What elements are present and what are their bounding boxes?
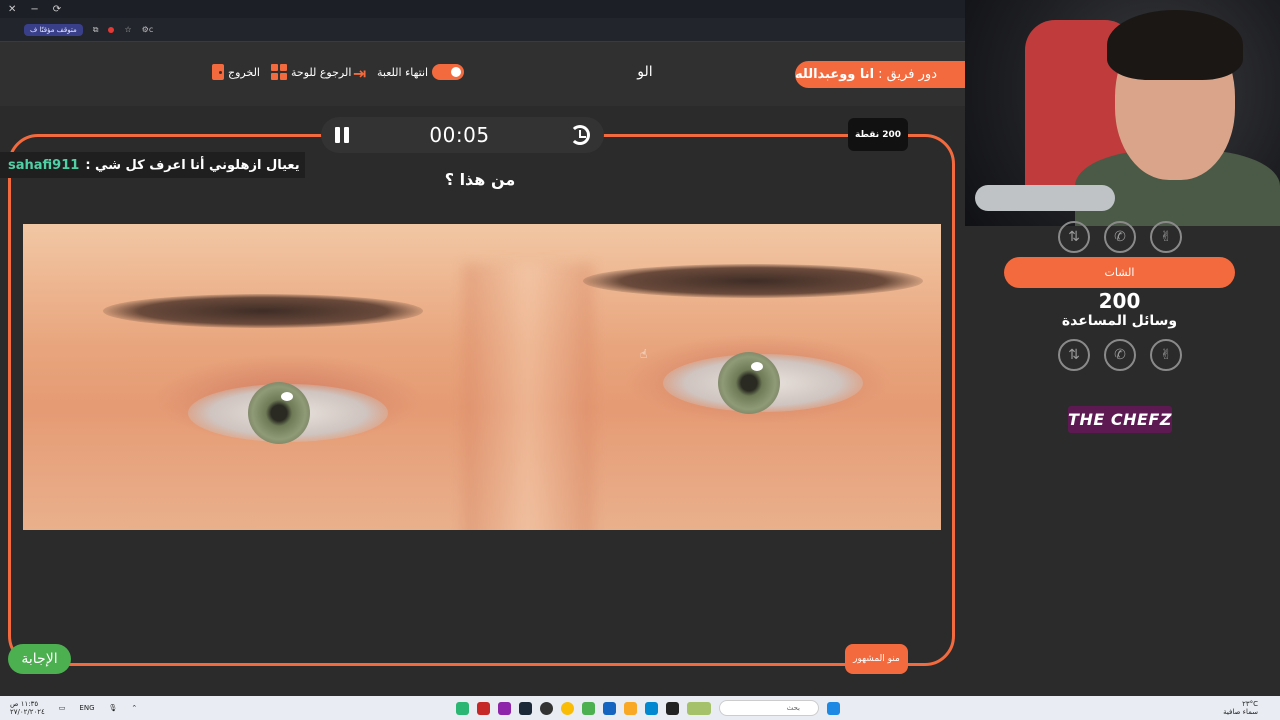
app-icon[interactable]: [666, 701, 679, 715]
language-indicator[interactable]: ENG: [79, 704, 94, 712]
mic-icon[interactable]: 🎙: [109, 704, 118, 712]
arrow-exit-icon[interactable]: ⇥: [353, 64, 366, 83]
category-button[interactable]: منو المشهور: [845, 644, 908, 674]
hand-cursor-icon: ☝: [640, 347, 648, 361]
swap-icon[interactable]: ⇅: [1058, 221, 1090, 253]
phone-icon[interactable]: ✆: [1104, 339, 1136, 371]
app-icon[interactable]: [603, 701, 616, 715]
webcam-feed: [965, 0, 1280, 226]
end-game-button[interactable]: انتهاء اللعبة: [377, 64, 465, 80]
weather-desc[interactable]: سماء صافية: [1223, 708, 1258, 716]
question-text: من هذا ؟: [444, 170, 516, 189]
os-taskbar: ١١:٣٥ ص ٢٧/٠٢/٢٠٢٤ ▭ ENG 🎙 ⌃ بحث ٢٣°C سم…: [0, 696, 1280, 720]
chevron-up-icon[interactable]: ⌃: [131, 704, 137, 712]
taskbar-search[interactable]: بحث: [719, 700, 819, 716]
puzzle-icon[interactable]: ⧉: [93, 25, 99, 35]
team2-lifelines: ⇅ ✆ ✌: [1058, 339, 1182, 371]
clock-time[interactable]: ١١:٣٥ ص: [10, 700, 45, 708]
app-icon[interactable]: [687, 701, 711, 715]
steam-icon[interactable]: [519, 701, 532, 715]
notification-icon[interactable]: ▭: [59, 704, 66, 712]
edge-icon[interactable]: [645, 701, 658, 715]
star-icon[interactable]: ☆: [124, 25, 131, 34]
grid-icon: [271, 64, 287, 80]
team-turn-banner: دور فريق : انا ووعبدالله: [795, 61, 965, 88]
team-name: انا ووعبدالله: [795, 67, 875, 82]
pause-icon[interactable]: [335, 127, 349, 143]
chat-message: sahafi911 : يعيال ازهلوني أنا اعرف كل شي: [0, 152, 305, 178]
app-icon[interactable]: [477, 701, 490, 715]
app-icon[interactable]: [582, 701, 595, 715]
points-badge: 200 نقطة: [848, 118, 908, 151]
app-icon[interactable]: [498, 701, 511, 715]
timer-bar: 00:05: [321, 117, 604, 153]
secret-word: الو: [637, 64, 653, 80]
team-score: 200: [1098, 289, 1141, 313]
team-turn-prefix: دور فريق :: [878, 67, 937, 82]
chat-username: sahafi911: [8, 157, 80, 173]
exit-label: الخروج: [228, 65, 260, 79]
back-to-board-button[interactable]: الرجوع للوحة: [271, 64, 351, 80]
swap-icon[interactable]: ⇅: [1058, 339, 1090, 371]
exit-button[interactable]: الخروج: [212, 64, 260, 80]
end-game-toggle[interactable]: [432, 64, 465, 80]
paused-badge[interactable]: متوقف مؤقتًا ف: [24, 23, 83, 36]
question-image: [23, 224, 941, 530]
app-icon[interactable]: [540, 701, 553, 715]
browser-titlebar: ✕ − ⟳: [0, 0, 965, 18]
team-name-button[interactable]: الشات: [1004, 257, 1235, 288]
back-to-board-label: الرجوع للوحة: [291, 65, 352, 79]
address-text[interactable]: ⚙c: [142, 25, 154, 34]
peace-hand-icon[interactable]: ✌: [1150, 221, 1182, 253]
chat-text: : يعيال ازهلوني أنا اعرف كل شي: [85, 157, 300, 173]
end-game-label: انتهاء اللعبة: [377, 65, 429, 79]
folder-icon[interactable]: [624, 701, 637, 715]
timer-value: 00:05: [429, 123, 490, 147]
door-icon: [212, 64, 224, 80]
close-window-icon[interactable]: ✕: [8, 4, 16, 15]
paused-label: متوقف مؤقتًا: [39, 25, 77, 34]
clock-date[interactable]: ٢٧/٠٢/٢٠٢٤: [10, 708, 45, 716]
extension-label: ف: [30, 25, 38, 34]
browser-toolbar: متوقف مؤقتًا ف ⧉ ☆ ⚙c: [0, 18, 965, 42]
phone-icon[interactable]: ✆: [1104, 221, 1136, 253]
minimize-window-icon[interactable]: −: [30, 4, 38, 15]
peace-hand-icon[interactable]: ✌: [1150, 339, 1182, 371]
weather-temp[interactable]: ٢٣°C: [1223, 700, 1258, 708]
recording-icon: [108, 26, 115, 33]
team1-lifelines: ⇅ ✆ ✌: [1058, 221, 1182, 253]
restart-timer-icon[interactable]: [569, 125, 590, 145]
windows-start-icon[interactable]: [827, 701, 840, 715]
answer-button[interactable]: الإجابة: [8, 644, 71, 674]
app-icon[interactable]: [456, 701, 469, 715]
chrome-icon[interactable]: [561, 701, 574, 715]
sponsor-logo: THE CHEFZ: [1068, 406, 1172, 433]
helpers-label: وسائل المساعدة: [1061, 313, 1178, 329]
reload-icon[interactable]: ⟳: [53, 4, 61, 15]
